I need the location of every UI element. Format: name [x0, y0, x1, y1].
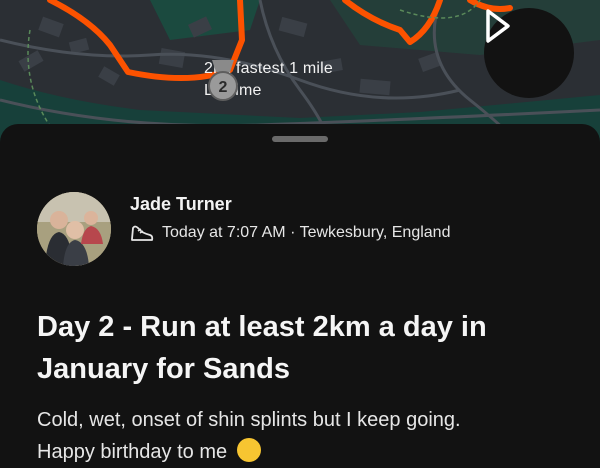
play-flyover-button[interactable] — [484, 8, 574, 98]
play-icon — [486, 9, 510, 43]
activity-meta: Today at 7:07 AM · Tewkesbury, England — [130, 222, 450, 244]
running-shoe-icon — [131, 225, 154, 241]
activity-description: Cold, wet, onset of shin splints but I k… — [37, 404, 577, 468]
activity-title: Day 2 - Run at least 2km a day in Januar… — [37, 311, 487, 385]
medal-icon: 2 — [208, 60, 238, 101]
avatar-photo — [37, 192, 111, 266]
activity-meta-text: Today at 7:07 AM · Tewkesbury, England — [162, 224, 451, 241]
athlete-name[interactable]: Jade Turner — [130, 194, 232, 215]
face-with-tears-of-joy-emoji — [236, 438, 261, 462]
description-line-2: Happy birthday to me — [37, 441, 228, 463]
achievement-badge[interactable]: 2 2nd fastest 1 mile Lifetime — [204, 58, 333, 102]
medal-rank: 2 — [219, 79, 228, 96]
avatar[interactable] — [37, 192, 111, 266]
activity-sheet: Jade Turner Today at 7:07 AM · Tewkesbur… — [0, 124, 600, 464]
description-line-1: Cold, wet, onset of shin splints but I k… — [37, 409, 461, 431]
sheet-grabber[interactable] — [272, 136, 328, 142]
